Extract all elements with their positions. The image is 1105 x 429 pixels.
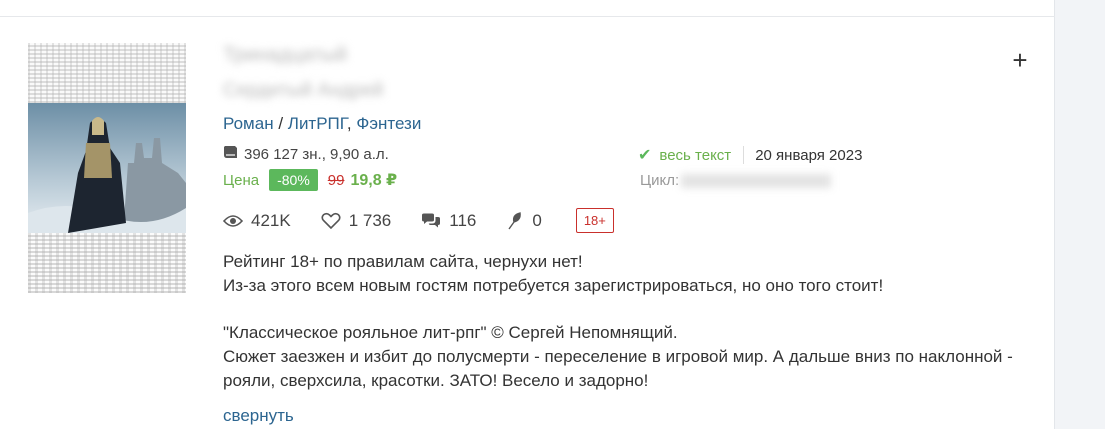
book-cover[interactable] xyxy=(28,43,186,293)
comments-icon xyxy=(421,213,441,229)
comments-count: 116 xyxy=(449,210,477,230)
stats-row: 421K 1 736 116 0 18+ xyxy=(223,208,614,233)
price-row: Цена -80% 99 19,8 ₽ xyxy=(223,169,397,191)
book-author[interactable]: Сердитый Андрей xyxy=(223,80,383,102)
size-text: 396 127 зн., 9,90 а.л. xyxy=(244,145,389,163)
likes-count: 1 736 xyxy=(348,210,392,230)
age-rating-badge: 18+ xyxy=(575,208,614,233)
genre-separator: , xyxy=(346,114,352,133)
description-line: Из-за этого всем новым гостям потребуетс… xyxy=(223,276,884,295)
book-description: Рейтинг 18+ по правилам сайта, чернухи н… xyxy=(223,250,1043,393)
book-title[interactable]: Тринадцатый xyxy=(223,44,347,67)
description-line: Рейтинг 18+ по правилам сайта, чернухи н… xyxy=(223,252,583,271)
likes-stat[interactable]: 1 736 xyxy=(321,210,392,231)
eye-icon xyxy=(223,214,243,228)
divider xyxy=(743,146,745,164)
divider xyxy=(0,16,1055,17)
description-line: Сюжет заезжен и избит до полусмерти - пе… xyxy=(223,347,1013,390)
genre-link-roman[interactable]: Роман xyxy=(223,114,274,133)
book-icon xyxy=(223,145,238,163)
views-count: 421K xyxy=(251,210,291,230)
comments-stat[interactable]: 116 xyxy=(421,211,476,231)
status-row: ✔ весь текст 20 января 2023 xyxy=(638,145,862,165)
check-icon: ✔ xyxy=(638,147,652,164)
plus-icon: + xyxy=(1012,45,1028,75)
discount-badge: -80% xyxy=(269,169,318,191)
genre-link-fantasy[interactable]: Фэнтези xyxy=(356,114,421,133)
book-size: 396 127 зн., 9,90 а.л. xyxy=(223,145,389,163)
awards-count: 0 xyxy=(532,210,542,230)
genre-separator: / xyxy=(278,114,284,133)
cover-blurred-title xyxy=(28,43,186,103)
cycle-label: Цикл: xyxy=(640,172,680,189)
heart-icon xyxy=(321,212,341,230)
full-text-status: весь текст xyxy=(659,146,732,164)
add-to-library-button[interactable]: + xyxy=(1008,46,1032,74)
genre-link-litrpg[interactable]: ЛитРПГ xyxy=(288,114,347,133)
cycle-row: Цикл: xyxy=(640,172,832,189)
views-stat: 421K xyxy=(223,211,291,231)
collapse-link[interactable]: свернуть xyxy=(223,406,294,426)
book-card: Тринадцатый Сердитый Андрей + Роман / Ли… xyxy=(0,0,1055,429)
description-line: "Классическое рояльное лит-рпг" © Сергей… xyxy=(223,323,678,342)
awards-stat[interactable]: 0 xyxy=(506,210,542,231)
old-price: 99 xyxy=(327,171,345,189)
cycle-link[interactable] xyxy=(681,173,832,188)
price-label: Цена xyxy=(223,171,260,189)
feather-icon xyxy=(506,211,524,230)
cover-blurred-author xyxy=(28,233,186,293)
genre-list: Роман / ЛитРПГ, Фэнтези xyxy=(223,114,421,134)
update-date: 20 января 2023 xyxy=(755,146,863,164)
cover-art-image xyxy=(28,103,186,233)
buy-price-link[interactable]: 19,8 ₽ xyxy=(350,170,397,190)
